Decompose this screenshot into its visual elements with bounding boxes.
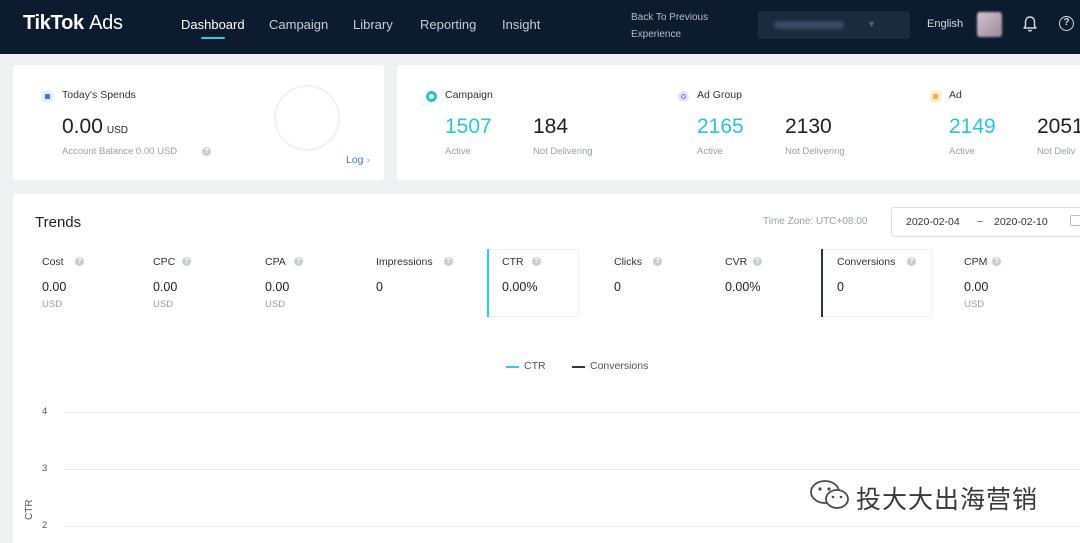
log-link[interactable]: Log › xyxy=(346,154,370,166)
ctr-selected-indicator xyxy=(487,249,489,317)
ad-group-active-count[interactable]: 2165 xyxy=(697,115,744,139)
metric-unit-cost: USD xyxy=(42,299,63,310)
spend-ring-chart xyxy=(274,85,340,151)
y-tick-label: 4 xyxy=(42,406,48,417)
info-question-icon[interactable]: ? xyxy=(75,257,84,266)
nav-library[interactable]: Library xyxy=(353,17,393,32)
help-icon[interactable]: ? xyxy=(1059,16,1074,31)
metric-label-cost[interactable]: Cost xyxy=(42,256,64,268)
square-dot-icon xyxy=(42,91,53,102)
legend-swatch-ctr xyxy=(506,366,519,368)
nav-campaign[interactable]: Campaign xyxy=(269,17,328,32)
metric-label-cpc[interactable]: CPC xyxy=(153,256,175,268)
info-question-icon[interactable]: ? xyxy=(653,257,662,266)
ad-icon xyxy=(930,91,941,102)
metric-label-clicks[interactable]: Clicks xyxy=(614,256,642,268)
ad-not-delivering-label: Not Deliv xyxy=(1037,146,1076,157)
metric-value-cpm: 0.00 xyxy=(964,280,989,294)
metric-unit-cpm: USD xyxy=(964,299,985,310)
metric-value-clicks: 0 xyxy=(614,280,621,294)
metric-value-cvr: 0.00% xyxy=(725,280,761,294)
chevron-down-icon: ▼ xyxy=(867,19,876,29)
ctr-metric-selected-box xyxy=(488,249,579,317)
nav-insight[interactable]: Insight xyxy=(502,17,540,32)
y-axis-label: CTR xyxy=(24,499,35,520)
bell-icon[interactable] xyxy=(1022,15,1038,33)
account-name-redacted xyxy=(774,21,844,29)
conversions-metric-selected-box xyxy=(822,249,932,317)
ad-active-count[interactable]: 2149 xyxy=(949,115,996,139)
back-to-previous-experience-link[interactable]: Back To Previous Experience xyxy=(631,9,731,43)
language-switcher[interactable]: English xyxy=(927,18,963,30)
metric-value-cpc: 0.00 xyxy=(153,280,178,294)
ad-group-not-delivering-label: Not Delivering xyxy=(785,146,845,157)
metric-label-cvr[interactable]: CVR xyxy=(725,256,747,268)
legend-ctr[interactable]: CTR xyxy=(524,360,546,372)
ad-group-not-delivering-count[interactable]: 2130 xyxy=(785,115,832,139)
date-start: 2020-02-04 xyxy=(906,216,960,228)
ad-title: Ad xyxy=(949,89,962,101)
trends-title: Trends xyxy=(35,214,82,231)
metric-label-cpm[interactable]: CPM xyxy=(964,256,987,268)
metric-value-impressions: 0 xyxy=(376,280,383,294)
metric-unit-cpa: USD xyxy=(265,299,286,310)
delivery-summary-card: Campaign 1507 Active 184 Not Delivering … xyxy=(397,65,1080,180)
metric-label-cpa[interactable]: CPA xyxy=(265,256,286,268)
info-question-icon[interactable]: ? xyxy=(444,257,453,266)
tiktok-ads-logo[interactable]: TikTok Ads xyxy=(23,12,123,35)
campaign-not-delivering-label: Not Delivering xyxy=(533,146,593,157)
ad-group-title: Ad Group xyxy=(697,89,742,101)
info-question-icon[interactable]: ? xyxy=(753,257,762,266)
todays-spends-title: Today's Spends xyxy=(62,89,136,101)
avatar[interactable] xyxy=(977,12,1002,37)
y-tick-label: 3 xyxy=(42,463,48,474)
campaign-active-count[interactable]: 1507 xyxy=(445,115,492,139)
timezone-label: Time Zone: UTC+08:00 xyxy=(763,216,868,227)
calendar-icon xyxy=(1070,215,1080,226)
account-balance: Account Balance 0.00 USD xyxy=(62,146,178,157)
info-question-icon[interactable]: ? xyxy=(294,257,303,266)
active-tab-indicator xyxy=(201,37,225,39)
grid-line xyxy=(64,412,1080,413)
top-navigation-bar: TikTok Ads Dashboard Campaign Library Re… xyxy=(0,0,1080,54)
date-range-picker[interactable]: 2020-02-04 ~ 2020-02-10 xyxy=(891,207,1080,237)
metric-unit-cpc: USD xyxy=(153,299,174,310)
info-question-icon[interactable]: ? xyxy=(992,257,1001,266)
y-tick-label: 2 xyxy=(42,520,48,531)
campaign-title: Campaign xyxy=(445,89,493,101)
metric-value-cpa: 0.00 xyxy=(265,280,290,294)
todays-spends-card: Today's Spends 0.00 USD Account Balance 0… xyxy=(13,65,384,180)
grid-line xyxy=(64,526,1080,527)
watermark-text: 投大大出海营销 xyxy=(856,485,1039,514)
campaign-not-delivering-count[interactable]: 184 xyxy=(533,115,568,139)
grid-line xyxy=(64,469,1080,470)
account-selector[interactable]: ▼ xyxy=(758,11,910,39)
wechat-icon xyxy=(810,480,849,509)
nav-dashboard[interactable]: Dashboard xyxy=(181,17,245,39)
metric-label-impressions[interactable]: Impressions xyxy=(376,256,433,268)
date-separator: ~ xyxy=(977,216,984,228)
ad-active-label: Active xyxy=(949,146,975,157)
info-question-icon[interactable]: ? xyxy=(182,257,191,266)
ad-group-icon xyxy=(678,91,689,102)
info-question-icon[interactable]: ? xyxy=(202,147,211,156)
ad-not-delivering-count[interactable]: 2051 xyxy=(1037,115,1080,139)
legend-conversions[interactable]: Conversions xyxy=(590,360,648,372)
conversions-selected-indicator xyxy=(821,249,823,317)
nav-reporting[interactable]: Reporting xyxy=(420,17,476,32)
legend-swatch-conversions xyxy=(572,366,585,368)
metric-value-cost: 0.00 xyxy=(42,280,67,294)
campaign-icon xyxy=(426,91,437,102)
date-end: 2020-02-10 xyxy=(994,216,1048,228)
ad-group-active-label: Active xyxy=(697,146,723,157)
todays-spends-value: 0.00 USD xyxy=(62,115,128,138)
campaign-active-label: Active xyxy=(445,146,471,157)
